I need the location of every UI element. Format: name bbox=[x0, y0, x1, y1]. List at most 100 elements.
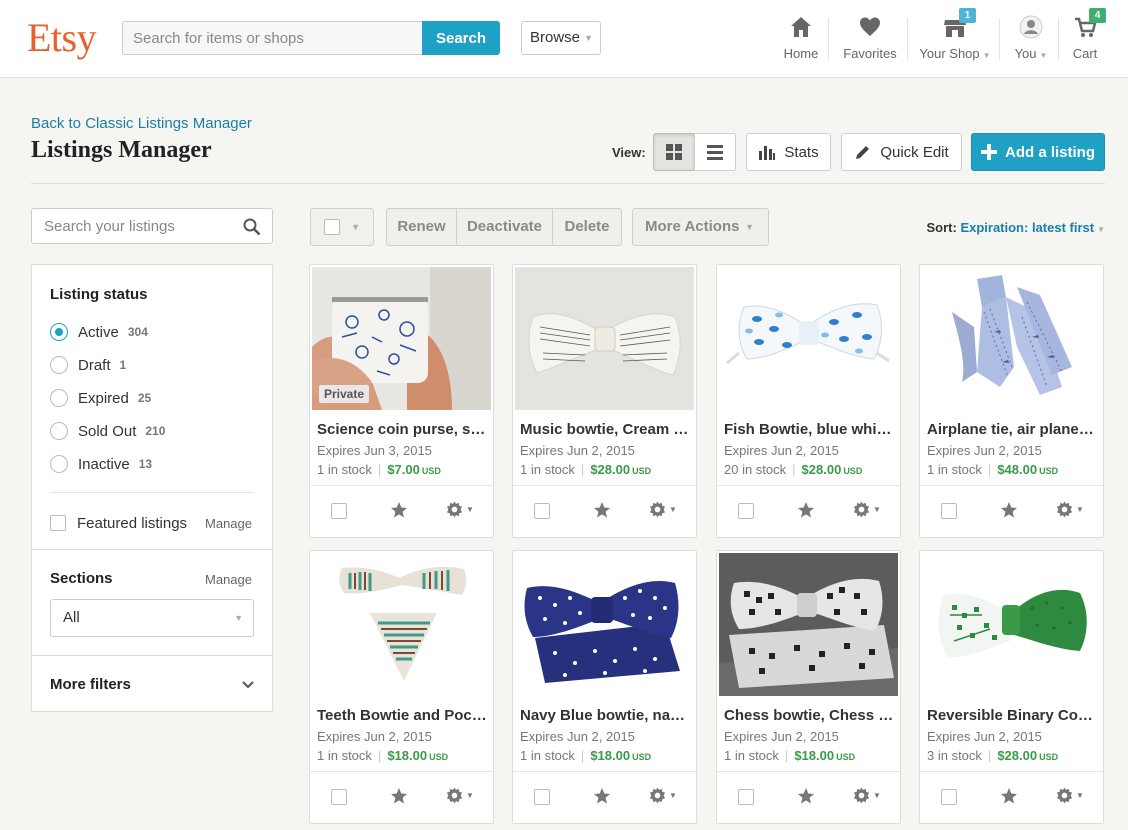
status-inactive-option[interactable]: Inactive 13 bbox=[50, 454, 152, 474]
listing-title[interactable]: Science coin purse, science bbox=[317, 421, 487, 438]
search-button[interactable]: Search bbox=[422, 21, 500, 55]
listing-stock: 1 in stock bbox=[724, 748, 779, 763]
listing-settings-menu[interactable]: ▼ bbox=[446, 787, 474, 804]
listing-title[interactable]: Music bowtie, Cream bowtie bbox=[520, 421, 690, 438]
sort-control[interactable]: Sort: Expiration: latest first ▼ bbox=[926, 220, 1105, 235]
star-icon[interactable] bbox=[593, 787, 611, 805]
status-label: Sold Out bbox=[78, 422, 137, 440]
card-divider bbox=[513, 771, 696, 772]
status-expired-option[interactable]: Expired 25 bbox=[50, 388, 151, 408]
global-search-input[interactable] bbox=[122, 21, 423, 55]
status-draft-option[interactable]: Draft 1 bbox=[50, 355, 126, 375]
status-sold-out-option[interactable]: Sold Out 210 bbox=[50, 421, 165, 441]
listings-search-input[interactable] bbox=[32, 209, 232, 243]
renew-button[interactable]: Renew bbox=[386, 208, 457, 246]
listing-card[interactable]: Airplane tie, air plane tie Expires Jun … bbox=[919, 264, 1104, 538]
add-listing-label: Add a listing bbox=[1005, 143, 1095, 161]
listing-card[interactable]: Music bowtie, Cream bowtie Expires Jun 2… bbox=[512, 264, 697, 538]
more-actions-dropdown[interactable]: More Actions ▼ bbox=[632, 208, 769, 246]
listing-checkbox[interactable] bbox=[941, 503, 957, 519]
listing-checkbox[interactable] bbox=[534, 789, 550, 805]
star-icon[interactable] bbox=[797, 787, 815, 805]
status-label: Inactive bbox=[78, 455, 130, 473]
nav-your-shop[interactable]: Your Shop ▼ bbox=[919, 14, 991, 64]
star-icon[interactable] bbox=[390, 501, 408, 519]
etsy-logo[interactable]: Etsy bbox=[27, 14, 97, 61]
delete-button[interactable]: Delete bbox=[552, 208, 622, 246]
sections-manage-link[interactable]: Manage bbox=[205, 572, 252, 587]
nav-home[interactable]: Home bbox=[780, 14, 822, 64]
listing-thumbnail[interactable]: Private bbox=[312, 267, 491, 410]
listing-settings-menu[interactable]: ▼ bbox=[1056, 501, 1084, 518]
back-to-classic-link[interactable]: Back to Classic Listings Manager bbox=[31, 115, 252, 132]
star-icon[interactable] bbox=[593, 501, 611, 519]
sections-selected-value: All bbox=[63, 609, 80, 626]
listing-settings-menu[interactable]: ▼ bbox=[649, 787, 677, 804]
listing-title[interactable]: Fish Bowtie, blue white bowtie bbox=[724, 421, 894, 438]
grid-view-button[interactable] bbox=[653, 133, 695, 171]
listing-title[interactable]: Navy Blue bowtie, navy bowtie bbox=[520, 707, 690, 724]
listing-thumbnail[interactable] bbox=[312, 553, 491, 696]
listing-settings-menu[interactable]: ▼ bbox=[649, 501, 677, 518]
listing-checkbox[interactable] bbox=[738, 789, 754, 805]
listing-card[interactable]: Fish Bowtie, blue white bowtie Expires J… bbox=[716, 264, 901, 538]
more-filters-toggle[interactable]: More filters bbox=[50, 676, 131, 693]
star-icon[interactable] bbox=[1000, 501, 1018, 519]
featured-listings-option[interactable]: Featured listings bbox=[50, 513, 187, 533]
listing-thumbnail[interactable] bbox=[922, 267, 1101, 410]
listing-meta: 3 in stock | $28.00 USD bbox=[927, 748, 1059, 763]
quick-edit-button[interactable]: Quick Edit bbox=[841, 133, 962, 171]
nav-favorites[interactable]: Favorites bbox=[842, 14, 898, 64]
nav-home-label: Home bbox=[783, 46, 819, 61]
star-icon[interactable] bbox=[390, 787, 408, 805]
listing-price: $28.00 bbox=[801, 462, 842, 477]
select-all-dropdown[interactable]: ▼ bbox=[310, 208, 374, 246]
star-icon[interactable] bbox=[1000, 787, 1018, 805]
browse-dropdown[interactable]: Browse ▼ bbox=[521, 21, 601, 55]
listing-thumbnail[interactable] bbox=[719, 553, 898, 696]
listing-checkbox[interactable] bbox=[331, 503, 347, 519]
select-all-checkbox[interactable] bbox=[324, 219, 340, 235]
featured-manage-link[interactable]: Manage bbox=[205, 516, 252, 531]
listing-settings-menu[interactable]: ▼ bbox=[446, 501, 474, 518]
listing-settings-menu[interactable]: ▼ bbox=[853, 787, 881, 804]
star-icon[interactable] bbox=[797, 501, 815, 519]
list-view-button[interactable] bbox=[694, 133, 736, 171]
listing-card[interactable]: Navy Blue bowtie, navy bowtie Expires Ju… bbox=[512, 550, 697, 824]
stats-button[interactable]: Stats bbox=[746, 133, 831, 171]
status-active-option[interactable]: Active 304 bbox=[50, 322, 148, 342]
chevron-down-icon[interactable] bbox=[242, 680, 254, 690]
listing-expiry: Expires Jun 2, 2015 bbox=[520, 729, 635, 744]
listing-title[interactable]: Airplane tie, air plane tie bbox=[927, 421, 1097, 438]
listing-card[interactable]: Reversible Binary Computer bowtie Expire… bbox=[919, 550, 1104, 824]
listing-checkbox[interactable] bbox=[331, 789, 347, 805]
listing-settings-menu[interactable]: ▼ bbox=[1056, 787, 1084, 804]
nav-you[interactable]: You ▼ bbox=[1012, 14, 1050, 64]
listing-settings-menu[interactable]: ▼ bbox=[853, 501, 881, 518]
listing-title[interactable]: Teeth Bowtie and Pocket square bbox=[317, 707, 487, 724]
listing-expiry: Expires Jun 2, 2015 bbox=[317, 729, 432, 744]
listing-meta: 1 in stock | $18.00 USD bbox=[724, 748, 856, 763]
listings-search bbox=[31, 208, 273, 244]
search-icon[interactable] bbox=[243, 218, 261, 236]
listing-title[interactable]: Chess bowtie, Chess pocket square bbox=[724, 707, 894, 724]
sort-value[interactable]: Expiration: latest first bbox=[960, 220, 1094, 235]
listing-expiry: Expires Jun 2, 2015 bbox=[927, 443, 1042, 458]
listing-checkbox[interactable] bbox=[941, 789, 957, 805]
featured-checkbox[interactable] bbox=[50, 515, 66, 531]
listing-thumbnail[interactable] bbox=[922, 553, 1101, 696]
listing-card[interactable]: Teeth Bowtie and Pocket square Expires J… bbox=[309, 550, 494, 824]
deactivate-button[interactable]: Deactivate bbox=[456, 208, 553, 246]
listing-expiry: Expires Jun 2, 2015 bbox=[520, 443, 635, 458]
listing-checkbox[interactable] bbox=[534, 503, 550, 519]
listing-title[interactable]: Reversible Binary Computer bowtie bbox=[927, 707, 1097, 724]
sections-select[interactable]: All ▼ bbox=[50, 599, 254, 637]
add-listing-button[interactable]: Add a listing bbox=[971, 133, 1105, 171]
listing-checkbox[interactable] bbox=[738, 503, 754, 519]
listing-thumbnail[interactable] bbox=[515, 553, 694, 696]
listing-card[interactable]: Private Science coin purse, science Expi… bbox=[309, 264, 494, 538]
listing-thumbnail[interactable] bbox=[515, 267, 694, 410]
listing-thumbnail[interactable] bbox=[719, 267, 898, 410]
grid-icon bbox=[666, 144, 682, 160]
listing-card[interactable]: Chess bowtie, Chess pocket square Expire… bbox=[716, 550, 901, 824]
